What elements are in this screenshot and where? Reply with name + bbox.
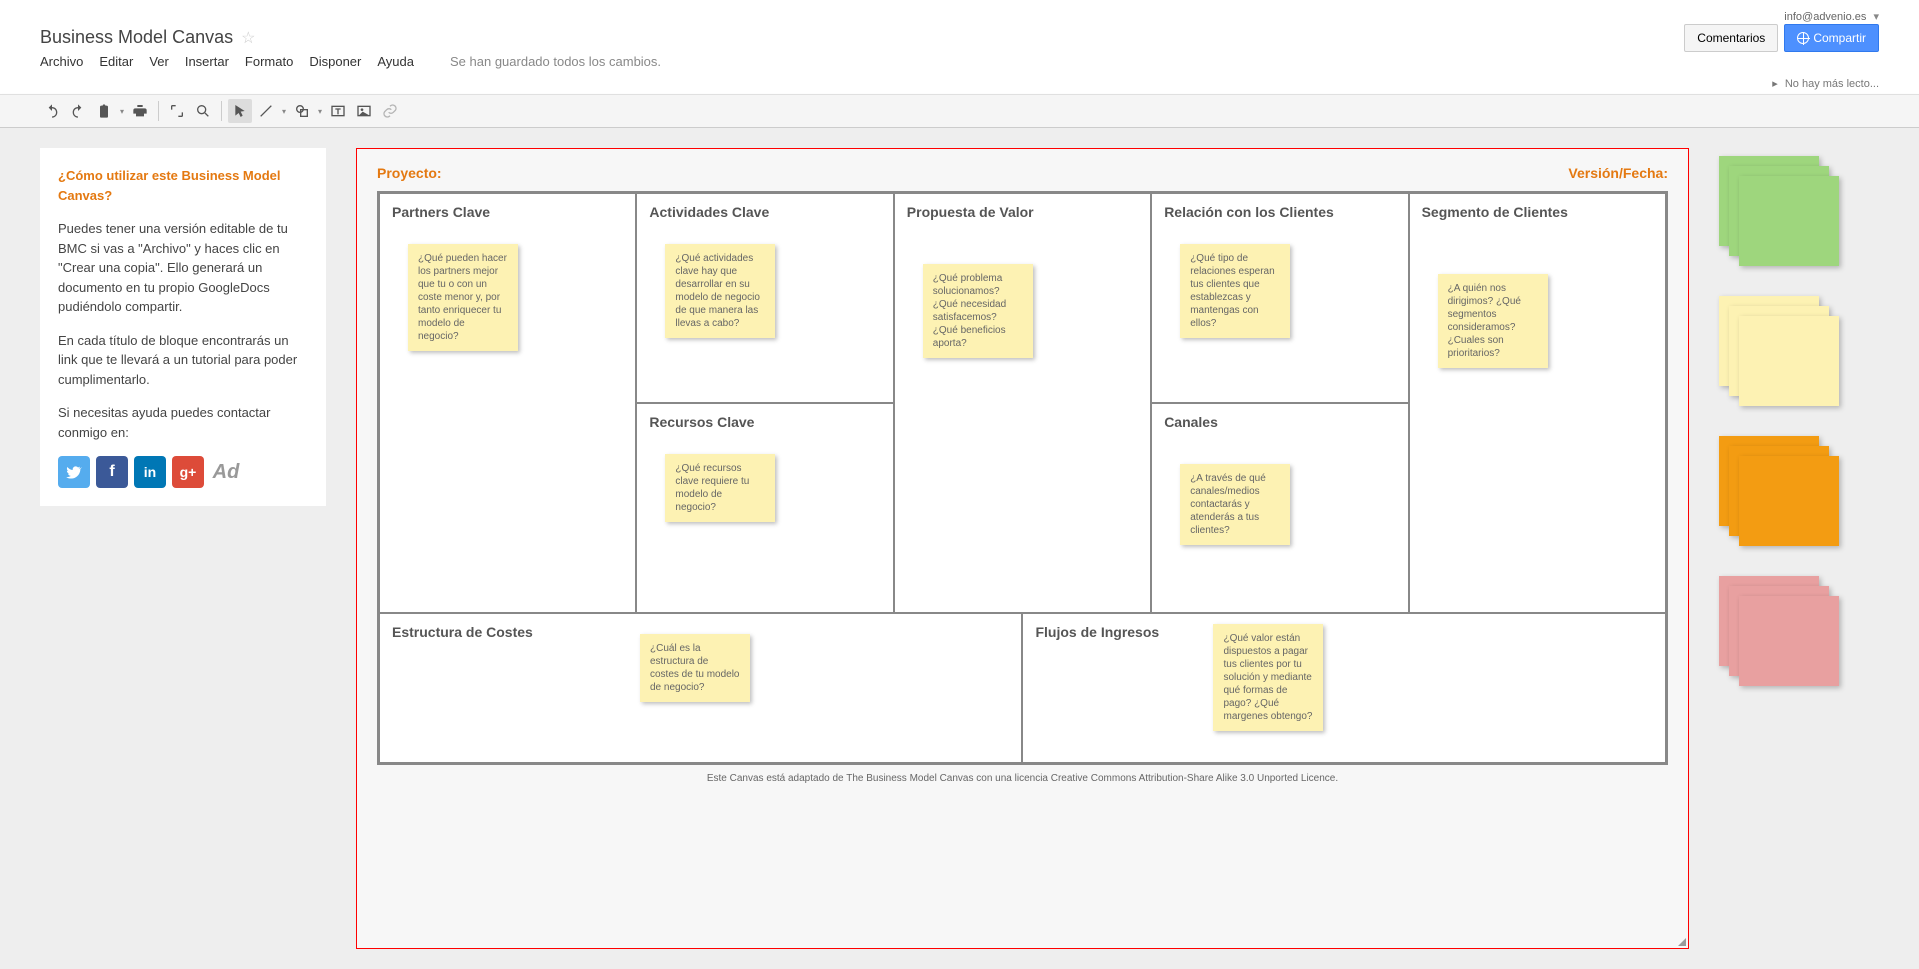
cell-partners[interactable]: Partners Clave ¿Qué pueden hacer los par… [379,193,636,613]
select-tool[interactable] [228,99,252,123]
help-p2: En cada título de bloque encontrarás un … [58,331,308,390]
partners-title: Partners Clave [392,204,623,220]
sticky-stack-yellow[interactable] [1719,296,1839,406]
zoom-button[interactable] [191,99,215,123]
link-tool[interactable] [378,99,402,123]
sticky-note-palette [1719,148,1879,949]
sticky-note[interactable]: ¿Qué pueden hacer los partners mejor que… [408,244,518,351]
menu-archivo[interactable]: Archivo [40,54,83,69]
line-dropdown[interactable] [280,99,288,123]
image-tool[interactable] [352,99,376,123]
sticky-stack-green[interactable] [1719,156,1839,266]
print-button[interactable] [128,99,152,123]
shape-dropdown[interactable] [316,99,324,123]
canvas-frame[interactable]: Proyecto: Versión/Fecha: Partners Clave … [356,148,1689,949]
viewers-text: No hay más lecto... [1785,78,1879,90]
textbox-tool[interactable] [326,99,350,123]
redo-button[interactable] [66,99,90,123]
sticky-note[interactable]: ¿Qué recursos clave requiere tu modelo d… [665,454,775,522]
segment-title: Segmento de Clientes [1422,204,1653,220]
help-panel: ¿Cómo utilizar este Business Model Canva… [40,148,326,506]
resources-title: Recursos Clave [649,414,880,430]
cell-customer-relations[interactable]: Relación con los Clientes ¿Qué tipo de r… [1151,193,1408,403]
sticky-note[interactable]: ¿Qué tipo de relaciones esperan tus clie… [1180,244,1290,338]
resize-handle-icon[interactable] [1676,936,1686,946]
cell-revenue-streams[interactable]: Flujos de Ingresos ¿Qué valor están disp… [1022,613,1666,763]
comments-button[interactable]: Comentarios [1684,24,1778,52]
save-status: Se han guardado todos los cambios. [450,54,661,69]
sticky-note[interactable]: ¿Qué valor están dispuestos a pagar tus … [1213,624,1323,731]
revenue-title: Flujos de Ingresos [1035,624,1653,640]
menu-formato[interactable]: Formato [245,54,293,69]
line-tool[interactable] [254,99,278,123]
project-label: Proyecto: [377,165,442,181]
business-model-canvas: Partners Clave ¿Qué pueden hacer los par… [377,191,1668,765]
version-label: Versión/Fecha: [1568,165,1668,181]
sticky-stack-pink[interactable] [1719,576,1839,686]
menu-insertar[interactable]: Insertar [185,54,229,69]
star-icon[interactable]: ☆ [241,28,255,48]
account-email: info@advenio.es [1784,11,1866,23]
menu-ayuda[interactable]: Ayuda [377,54,414,69]
sticky-stack-orange[interactable] [1719,436,1839,546]
clipboard-button[interactable] [92,99,116,123]
menu-disponer[interactable]: Disponer [309,54,361,69]
relation-title: Relación con los Clientes [1164,204,1395,220]
channels-title: Canales [1164,414,1395,430]
help-p1: Puedes tener una versión editable de tu … [58,219,308,317]
document-title[interactable]: Business Model Canvas [40,27,233,48]
account-menu[interactable]: info@advenio.es ▾ [40,6,1879,27]
facebook-icon[interactable]: f [96,456,128,488]
shape-tool[interactable] [290,99,314,123]
cell-channels[interactable]: Canales ¿A través de qué canales/medios … [1151,403,1408,613]
cell-customer-segments[interactable]: Segmento de Clientes ¿A quién nos dirigi… [1409,193,1666,613]
undo-button[interactable] [40,99,64,123]
sticky-note[interactable]: ¿Qué problema solucionamos? ¿Qué necesid… [923,264,1033,358]
sticky-note[interactable]: ¿A través de qué canales/medios contacta… [1180,464,1290,545]
cell-resources[interactable]: Recursos Clave ¿Qué recursos clave requi… [636,403,893,613]
separator [158,101,159,121]
menu-editar[interactable]: Editar [99,54,133,69]
sticky-note[interactable]: ¿Qué actividades clave hay que desarroll… [665,244,775,338]
linkedin-icon[interactable]: in [134,456,166,488]
cell-activities[interactable]: Actividades Clave ¿Qué actividades clave… [636,193,893,403]
help-title: ¿Cómo utilizar este Business Model Canva… [58,166,308,205]
twitter-icon[interactable] [58,456,90,488]
sticky-note[interactable]: ¿Cuál es la estructura de costes de tu m… [640,634,750,702]
viewers-status[interactable]: ▸ No hay más lecto... [0,75,1919,94]
activities-title: Actividades Clave [649,204,880,220]
globe-icon [1797,32,1809,44]
value-title: Propuesta de Valor [907,204,1138,220]
triangle-icon: ▸ [1772,77,1778,90]
sticky-note[interactable]: ¿A quién nos dirigimos? ¿Qué segmentos c… [1438,274,1548,368]
canvas-footer: Este Canvas está adaptado de The Busines… [377,773,1668,784]
toolbar [0,94,1919,128]
googleplus-icon[interactable]: g+ [172,456,204,488]
clipboard-dropdown[interactable] [118,99,126,123]
chevron-down-icon: ▾ [1873,10,1879,23]
share-button[interactable]: Compartir [1784,24,1879,52]
cell-cost-structure[interactable]: Estructura de Costes ¿Cuál es la estruct… [379,613,1022,763]
separator [221,101,222,121]
menu-ver[interactable]: Ver [149,54,169,69]
share-label: Compartir [1813,31,1866,45]
fit-button[interactable] [165,99,189,123]
cell-value-proposition[interactable]: Propuesta de Valor ¿Qué problema solucio… [894,193,1151,613]
advenio-icon[interactable]: Ad [210,456,242,488]
help-p3: Si necesitas ayuda puedes contactar conm… [58,403,308,442]
